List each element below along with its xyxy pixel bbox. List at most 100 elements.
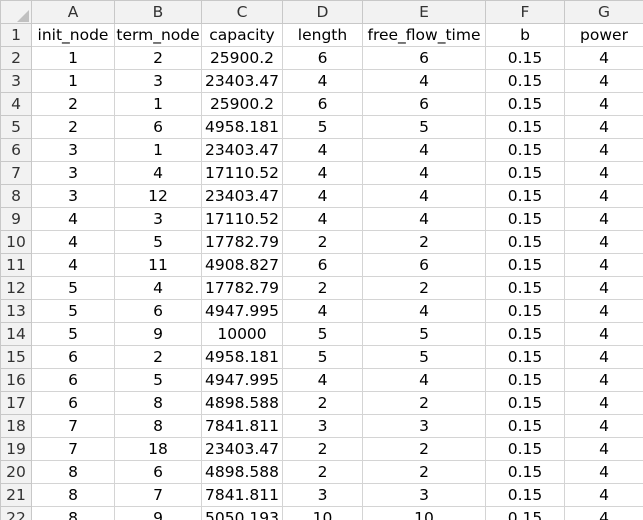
cell-d[interactable]: 4 — [282, 161, 363, 185]
cell-g[interactable]: 4 — [564, 345, 643, 369]
cell-e[interactable]: 5 — [362, 322, 486, 346]
cell-e[interactable]: 5 — [362, 115, 486, 139]
cell-d[interactable]: 4 — [282, 69, 363, 93]
cell-e[interactable]: 10 — [362, 506, 486, 520]
cell-a[interactable]: 4 — [31, 230, 115, 254]
cell-a[interactable]: 8 — [31, 460, 115, 484]
cell-a[interactable]: 8 — [31, 506, 115, 520]
column-header-b[interactable]: B — [114, 0, 202, 24]
cell-a[interactable]: 6 — [31, 391, 115, 415]
cell-d[interactable]: 5 — [282, 345, 363, 369]
cell-f[interactable]: b — [485, 23, 565, 47]
cell-d[interactable]: 10 — [282, 506, 363, 520]
cell-c[interactable]: 25900.2 — [201, 46, 283, 70]
cell-d[interactable]: 3 — [282, 414, 363, 438]
cell-f[interactable]: 0.15 — [485, 276, 565, 300]
cell-e[interactable]: 6 — [362, 92, 486, 116]
cell-a[interactable]: 1 — [31, 69, 115, 93]
cell-f[interactable]: 0.15 — [485, 345, 565, 369]
cell-g[interactable]: 4 — [564, 460, 643, 484]
row-header[interactable]: 13 — [0, 299, 32, 323]
row-header[interactable]: 3 — [0, 69, 32, 93]
cell-f[interactable]: 0.15 — [485, 322, 565, 346]
cell-c[interactable]: 10000 — [201, 322, 283, 346]
cell-d[interactable]: 4 — [282, 207, 363, 231]
cell-d[interactable]: 2 — [282, 391, 363, 415]
cell-a[interactable]: 7 — [31, 437, 115, 461]
cell-e[interactable]: 2 — [362, 230, 486, 254]
cell-a[interactable]: 6 — [31, 345, 115, 369]
cell-f[interactable]: 0.15 — [485, 368, 565, 392]
cell-d[interactable]: 4 — [282, 368, 363, 392]
cell-b[interactable]: 1 — [114, 138, 202, 162]
cell-d[interactable]: 5 — [282, 322, 363, 346]
cell-c[interactable]: 4958.181 — [201, 345, 283, 369]
row-header[interactable]: 2 — [0, 46, 32, 70]
cell-g[interactable]: 4 — [564, 506, 643, 520]
row-header[interactable]: 7 — [0, 161, 32, 185]
cell-e[interactable]: 3 — [362, 414, 486, 438]
row-header[interactable]: 18 — [0, 414, 32, 438]
row-header[interactable]: 20 — [0, 460, 32, 484]
cell-c[interactable]: 4947.995 — [201, 299, 283, 323]
cell-b[interactable]: 8 — [114, 391, 202, 415]
cell-e[interactable]: 3 — [362, 483, 486, 507]
cell-b[interactable]: 5 — [114, 230, 202, 254]
cell-f[interactable]: 0.15 — [485, 92, 565, 116]
cell-e[interactable]: 6 — [362, 46, 486, 70]
cell-g[interactable]: 4 — [564, 138, 643, 162]
cell-c[interactable]: 25900.2 — [201, 92, 283, 116]
cell-e[interactable]: 4 — [362, 207, 486, 231]
cell-c[interactable]: 23403.47 — [201, 138, 283, 162]
cell-a[interactable]: 3 — [31, 184, 115, 208]
column-header-c[interactable]: C — [201, 0, 283, 24]
row-header[interactable]: 17 — [0, 391, 32, 415]
cell-f[interactable]: 0.15 — [485, 414, 565, 438]
cell-g[interactable]: 4 — [564, 299, 643, 323]
cell-e[interactable]: 4 — [362, 184, 486, 208]
cell-e[interactable]: 4 — [362, 138, 486, 162]
cell-e[interactable]: 4 — [362, 161, 486, 185]
cell-f[interactable]: 0.15 — [485, 69, 565, 93]
cell-a[interactable]: 1 — [31, 46, 115, 70]
cell-f[interactable]: 0.15 — [485, 230, 565, 254]
cell-e[interactable]: 2 — [362, 276, 486, 300]
cell-c[interactable]: 17110.52 — [201, 161, 283, 185]
cell-b[interactable]: 18 — [114, 437, 202, 461]
row-header[interactable]: 16 — [0, 368, 32, 392]
cell-d[interactable]: 6 — [282, 253, 363, 277]
column-header-e[interactable]: E — [362, 0, 486, 24]
cell-b[interactable]: 6 — [114, 299, 202, 323]
cell-e[interactable]: 6 — [362, 253, 486, 277]
cell-b[interactable]: 7 — [114, 483, 202, 507]
cell-d[interactable]: 2 — [282, 230, 363, 254]
row-header[interactable]: 1 — [0, 23, 32, 47]
cell-f[interactable]: 0.15 — [485, 299, 565, 323]
cell-a[interactable]: 5 — [31, 276, 115, 300]
cell-a[interactable]: 5 — [31, 322, 115, 346]
cell-b[interactable]: 9 — [114, 322, 202, 346]
cell-c[interactable]: 17110.52 — [201, 207, 283, 231]
row-header[interactable]: 12 — [0, 276, 32, 300]
cell-d[interactable]: 2 — [282, 276, 363, 300]
cell-a[interactable]: 7 — [31, 414, 115, 438]
cell-d[interactable]: 4 — [282, 184, 363, 208]
cell-e[interactable]: 4 — [362, 69, 486, 93]
cell-f[interactable]: 0.15 — [485, 437, 565, 461]
cell-b[interactable]: 6 — [114, 115, 202, 139]
cell-c[interactable]: 23403.47 — [201, 437, 283, 461]
column-header-d[interactable]: D — [282, 0, 363, 24]
cell-d[interactable]: 2 — [282, 460, 363, 484]
cell-g[interactable]: power — [564, 23, 643, 47]
cell-c[interactable]: 5050.193 — [201, 506, 283, 520]
cell-e[interactable]: free_flow_time — [362, 23, 486, 47]
cell-a[interactable]: 4 — [31, 207, 115, 231]
cell-b[interactable]: 1 — [114, 92, 202, 116]
cell-b[interactable]: 3 — [114, 207, 202, 231]
cell-c[interactable]: 4908.827 — [201, 253, 283, 277]
cell-b[interactable]: 12 — [114, 184, 202, 208]
cell-b[interactable]: 11 — [114, 253, 202, 277]
cell-a[interactable]: 6 — [31, 368, 115, 392]
cell-b[interactable]: term_node — [114, 23, 202, 47]
cell-g[interactable]: 4 — [564, 322, 643, 346]
